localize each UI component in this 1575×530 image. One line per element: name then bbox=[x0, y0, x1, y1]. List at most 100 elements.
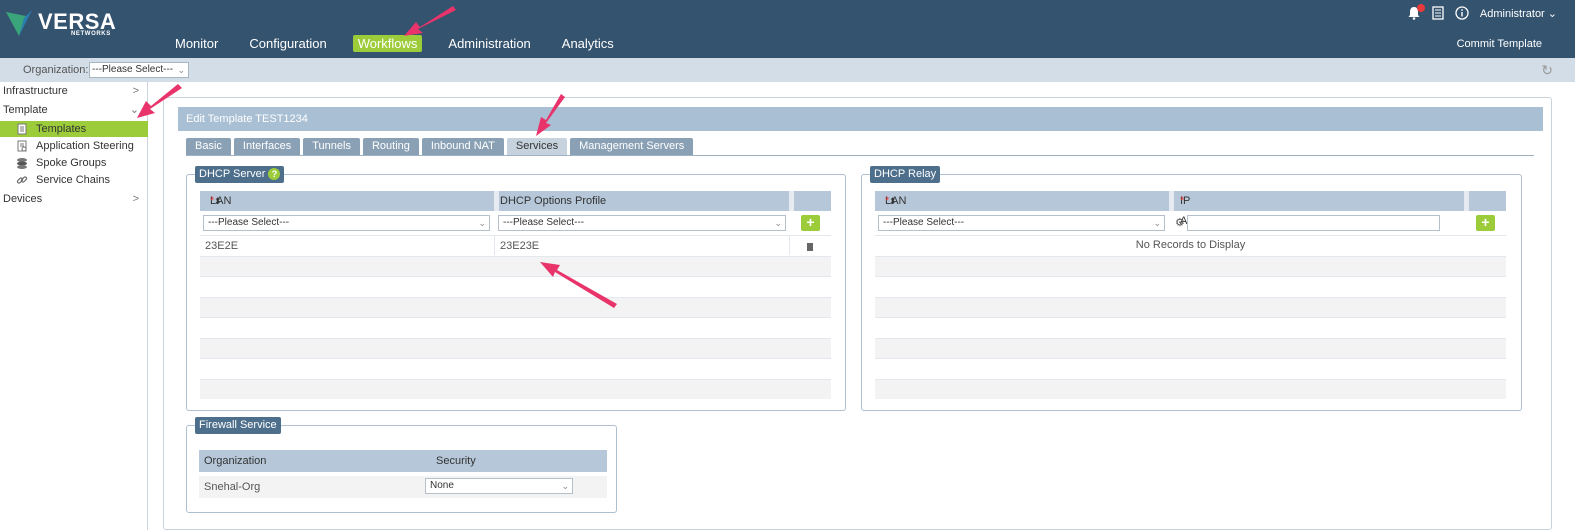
panel-title-text: DHCP Server bbox=[199, 168, 266, 180]
info-icon[interactable] bbox=[1455, 6, 1469, 20]
table-row-empty bbox=[200, 358, 831, 378]
col-separator bbox=[789, 236, 790, 255]
versa-logo-icon bbox=[6, 10, 32, 36]
dhcp-relay-add-button[interactable]: + bbox=[1476, 215, 1495, 231]
firewall-service-title: Firewall Service bbox=[195, 417, 281, 434]
steering-doc-icon bbox=[17, 140, 27, 152]
sidebar-item-label: Application Steering bbox=[36, 140, 134, 152]
nav-analytics[interactable]: Analytics bbox=[557, 35, 619, 52]
select-value: ---Please Select--- bbox=[883, 217, 965, 228]
user-name: Administrator bbox=[1479, 7, 1545, 20]
sidebar-item-template[interactable]: Template ⌄ bbox=[0, 102, 148, 119]
sidebar-item-application-steering[interactable]: Application Steering bbox=[0, 138, 148, 154]
notifications-bell-icon[interactable] bbox=[1407, 4, 1425, 20]
nav-monitor[interactable]: Monitor bbox=[170, 35, 223, 52]
row-lan-interface: 23E2E bbox=[205, 240, 239, 252]
sort-icon[interactable]: ⬍ bbox=[884, 191, 897, 211]
table-row-empty bbox=[875, 256, 1506, 276]
spoke-groups-icon bbox=[17, 158, 27, 169]
tab-divider bbox=[186, 155, 1534, 156]
nav-configuration[interactable]: Configuration bbox=[244, 35, 331, 52]
organization-select-value: ---Please Select--- bbox=[92, 64, 174, 75]
table-row-empty bbox=[200, 338, 831, 358]
tab-routing[interactable]: Routing bbox=[362, 138, 419, 155]
sidebar-item-label: Service Chains bbox=[36, 174, 110, 186]
sidebar-item-templates[interactable]: Templates bbox=[0, 121, 148, 137]
chevron-down-icon: ⌄ bbox=[561, 481, 569, 491]
dhcp-server-title: DHCP Server? bbox=[195, 166, 285, 183]
firewall-grid-header: Organization Security bbox=[199, 450, 607, 472]
sidebar: Infrastructure > Template ⌄ Templates Ap… bbox=[0, 82, 148, 530]
tab-services[interactable]: Services bbox=[506, 138, 568, 155]
row-dhcp-profile: 23E23E bbox=[500, 240, 540, 252]
gear-icon[interactable]: ⚙ bbox=[1175, 216, 1185, 229]
no-records-message: No Records to Display bbox=[1135, 239, 1246, 251]
col-lan-interfaces[interactable]: LAN Interfaces*⬍ bbox=[875, 191, 933, 227]
user-menu[interactable]: Administrator ⌄ bbox=[1480, 7, 1557, 20]
col-separator bbox=[789, 191, 794, 211]
chevron-right-icon: > bbox=[132, 193, 139, 205]
sidebar-item-spoke-groups[interactable]: Spoke Groups bbox=[0, 155, 148, 171]
col-dhcp-options-profile: DHCP Options Profile bbox=[500, 195, 607, 207]
chain-link-icon bbox=[16, 176, 28, 184]
organization-label: Organization: bbox=[23, 64, 89, 76]
dhcp-options-profile-select[interactable]: ---Please Select--- ⌄ bbox=[498, 215, 786, 231]
page-title: Edit Template TEST1234 bbox=[178, 107, 1543, 131]
sidebar-item-service-chains[interactable]: Service Chains bbox=[0, 172, 148, 188]
relay-ip-address-input[interactable] bbox=[1187, 215, 1440, 231]
table-row-empty bbox=[200, 317, 831, 337]
top-bar: VERSA NETWORKS Monitor Configuration Wor… bbox=[0, 0, 1575, 58]
sidebar-item-label: Spoke Groups bbox=[36, 157, 107, 169]
required-marker: * bbox=[1180, 195, 1185, 207]
table-row-empty-state: No Records to Display bbox=[875, 235, 1506, 255]
organization-select[interactable]: ---Please Select--- ⌄ bbox=[89, 62, 189, 78]
tab-interfaces[interactable]: Interfaces bbox=[233, 138, 301, 155]
nav-workflows[interactable]: Workflows bbox=[352, 35, 423, 52]
refresh-icon[interactable]: ↻ bbox=[1541, 62, 1553, 79]
sort-icon[interactable]: ⬍ bbox=[209, 191, 222, 211]
relay-lan-interface-select[interactable]: ---Please Select--- ⌄ bbox=[878, 215, 1165, 231]
select-value: None bbox=[430, 480, 454, 491]
sidebar-item-infrastructure[interactable]: Infrastructure > bbox=[0, 83, 148, 100]
dhcp-relay-grid-header: LAN Interfaces*⬍ IP Address* bbox=[875, 191, 1506, 227]
dhcp-server-add-button[interactable]: + bbox=[801, 215, 820, 231]
tab-basic[interactable]: Basic bbox=[186, 138, 231, 155]
versa-logo[interactable]: VERSA NETWORKS bbox=[4, 6, 116, 37]
main-nav: Monitor Configuration Workflows Administ… bbox=[170, 35, 640, 53]
row-organization: Snehal-Org bbox=[204, 481, 261, 493]
table-row[interactable]: 23E2E 23E23E bbox=[200, 235, 831, 255]
nav-administration[interactable]: Administration bbox=[443, 35, 535, 52]
notification-badge bbox=[1416, 4, 1425, 12]
security-select[interactable]: None ⌄ bbox=[425, 478, 573, 494]
commit-template-button[interactable]: Commit Template bbox=[1457, 38, 1542, 50]
help-icon[interactable]: ? bbox=[268, 168, 281, 180]
chevron-down-icon: ⌄ bbox=[774, 218, 782, 228]
tab-inbound-nat[interactable]: Inbound NAT bbox=[421, 138, 504, 155]
tab-management-servers[interactable]: Management Servers bbox=[570, 138, 694, 155]
select-value: ---Please Select--- bbox=[208, 217, 290, 228]
chevron-down-icon: ⌄ bbox=[177, 65, 185, 75]
col-separator bbox=[1464, 191, 1469, 211]
sidebar-item-label: Infrastructure bbox=[3, 85, 68, 97]
table-row-empty bbox=[875, 317, 1506, 337]
table-row-empty bbox=[875, 297, 1506, 317]
col-lan-interfaces[interactable]: LAN Interfaces*⬍ bbox=[200, 191, 258, 227]
chevron-down-icon: ⌄ bbox=[1547, 7, 1557, 20]
dhcp-lan-interface-select[interactable]: ---Please Select--- ⌄ bbox=[203, 215, 490, 231]
top-right-tools: Administrator ⌄ bbox=[1407, 4, 1557, 20]
table-row-empty bbox=[200, 379, 831, 399]
select-value: ---Please Select--- bbox=[503, 217, 585, 228]
tasks-list-icon[interactable] bbox=[1432, 6, 1444, 20]
trash-icon[interactable] bbox=[807, 243, 813, 251]
tab-tunnels[interactable]: Tunnels bbox=[303, 138, 360, 155]
sidebar-item-devices[interactable]: Devices > bbox=[0, 191, 148, 208]
table-row-empty bbox=[875, 358, 1506, 378]
table-row-empty bbox=[875, 338, 1506, 358]
col-security: Security bbox=[436, 455, 476, 467]
brand-sub: NETWORKS bbox=[71, 31, 111, 37]
sidebar-item-label: Templates bbox=[36, 123, 87, 135]
template-doc-icon bbox=[17, 123, 27, 135]
table-row-empty bbox=[200, 276, 831, 296]
organization-bar: Organization: ---Please Select--- ⌄ ↻ bbox=[0, 58, 1575, 82]
chevron-down-icon: ⌄ bbox=[478, 218, 486, 228]
